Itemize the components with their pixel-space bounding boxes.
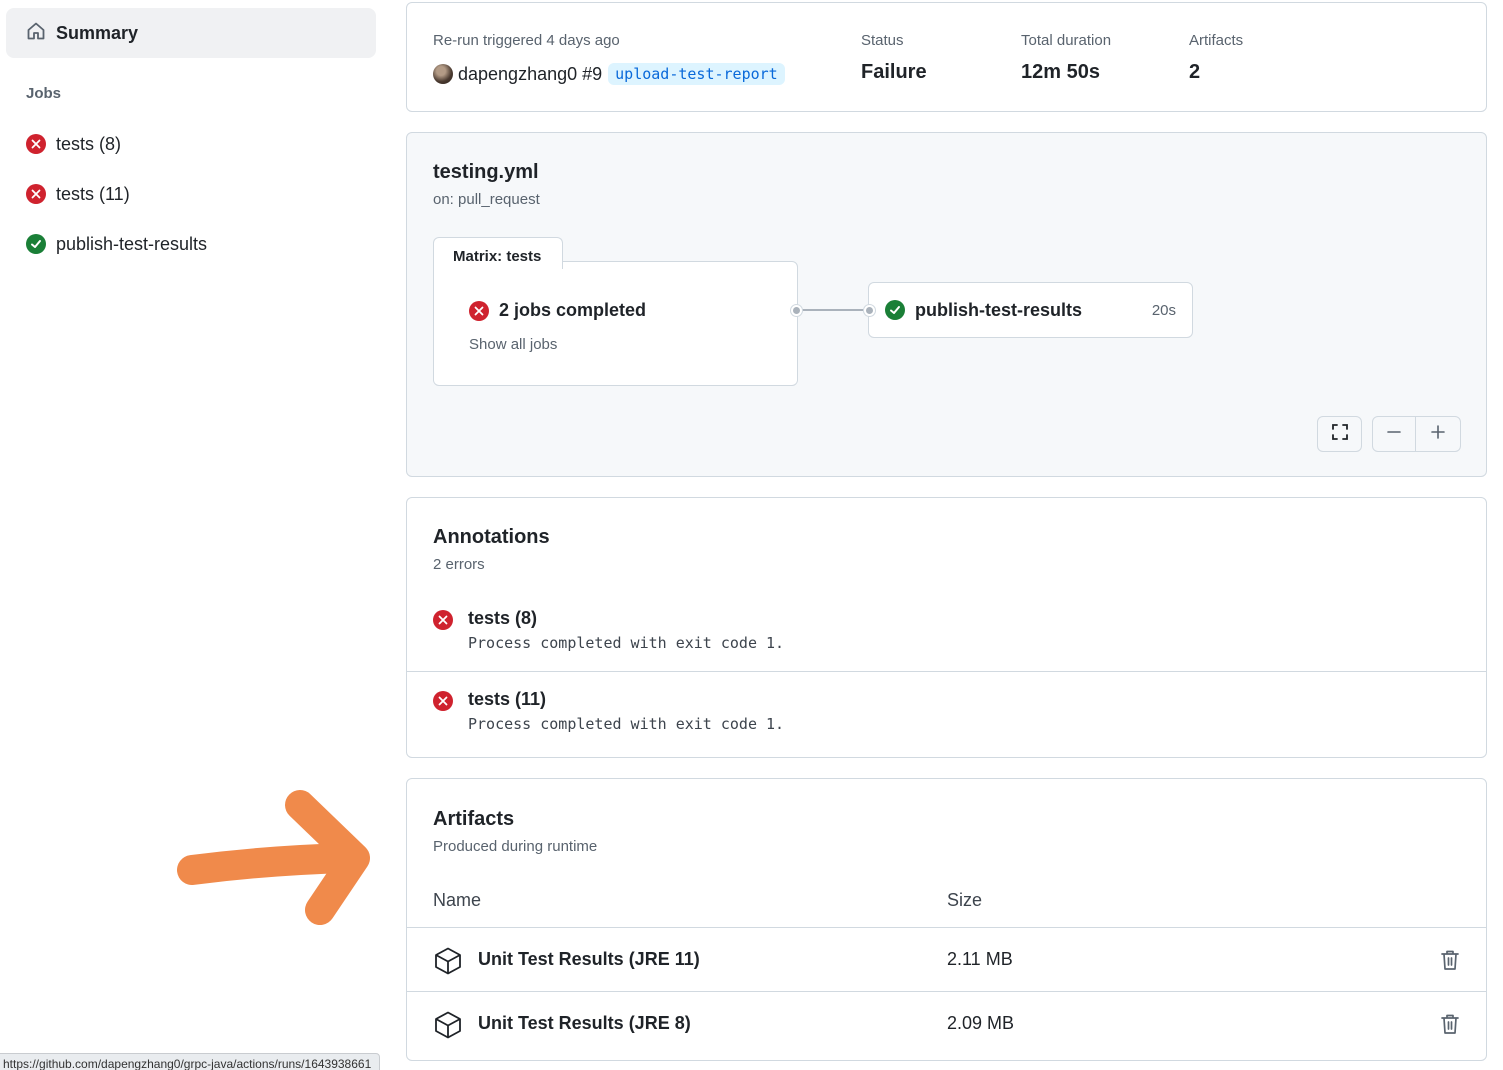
job-node-publish-test-results[interactable]: publish-test-results 20s [868,282,1193,338]
artifact-size: 2.09 MB [947,1013,1015,1033]
artifacts-count-label: Artifacts [1189,32,1244,49]
duration-value: 12m 50s [1021,61,1100,83]
actor-row: dapengzhang0 #9 upload-test-report [433,61,785,87]
sidebar-item-publish-test-results[interactable]: publish-test-results [26,229,207,259]
table-row: Unit Test Results (JRE 11) 2.11 MB [407,928,1486,992]
connector-dot [791,305,802,316]
trash-icon[interactable] [1440,949,1460,976]
artifacts-card: Artifacts Produced during runtime Name S… [406,778,1487,1061]
sidebar-item-label: tests (11) [56,183,130,204]
annotation-item[interactable]: tests (11) Process completed with exit c… [407,689,1486,749]
plus-icon [1430,424,1446,445]
zoom-out-button[interactable] [1372,416,1416,452]
matrix-summary-row: 2 jobs completed [469,300,646,321]
sidebar-item-tests-8[interactable]: tests (8) [26,129,121,159]
show-all-jobs-link[interactable]: Show all jobs [469,336,557,353]
fullscreen-icon [1331,423,1349,446]
package-icon [433,946,463,981]
workflow-trigger: on: pull_request [433,191,540,208]
actor-name[interactable]: dapengzhang0 [458,64,577,85]
annotation-message: Process completed with exit code 1. [468,634,785,652]
trash-icon[interactable] [1440,1013,1460,1040]
artifacts-count-value[interactable]: 2 [1189,61,1200,84]
column-header-size: Size [947,890,983,910]
sidebar-item-label: tests (8) [56,133,122,154]
graph-connector [796,309,869,311]
annotation-title[interactable]: tests (8) [468,608,537,629]
matrix-job-group[interactable]: 2 jobs completed Show all jobs [433,261,798,386]
x-circle-icon [26,134,46,154]
avatar[interactable] [433,64,453,84]
job-node-duration: 20s [1151,301,1176,319]
annotation-item[interactable]: tests (8) Process completed with exit co… [407,608,1486,668]
artifact-name-link[interactable]: Unit Test Results (JRE 8) [478,1013,691,1034]
column-header-name: Name [433,890,482,910]
artifact-size: 2.11 MB [947,949,1013,969]
sidebar-item-summary[interactable]: Summary [6,8,376,58]
status-label: Status [861,32,904,49]
zoom-in-button[interactable] [1415,416,1461,452]
run-summary-card: Re-run triggered 4 days ago dapengzhang0… [406,2,1487,112]
artifacts-subtitle: Produced during runtime [433,838,598,855]
trigger-label: Re-run triggered 4 days ago [433,32,620,49]
table-row: Unit Test Results (JRE 8) 2.09 MB [407,992,1486,1056]
x-circle-icon [433,610,453,630]
minus-icon [1386,424,1402,445]
x-circle-icon [433,691,453,711]
job-node-label: publish-test-results [915,299,1083,320]
sidebar-item-label: Summary [56,22,139,43]
annotations-title: Annotations [433,526,550,548]
browser-status-url: https://github.com/dapengzhang0/grpc-jav… [0,1053,381,1070]
arrow-annotation-icon [177,790,370,925]
annotations-subtitle: 2 errors [433,556,485,573]
sidebar-item-label: publish-test-results [56,233,208,254]
jobs-heading: Jobs [26,85,62,102]
artifact-name-link[interactable]: Unit Test Results (JRE 11) [478,949,700,970]
annotation-message: Process completed with exit code 1. [468,715,785,733]
check-circle-icon [885,300,905,320]
workflow-graph-card: testing.yml on: pull_request Matrix: tes… [406,132,1487,477]
annotation-title[interactable]: tests (11) [468,689,546,710]
home-icon [26,21,46,46]
status-value: Failure [861,61,927,83]
sidebar: Summary Jobs tests (8) tests (11) publis… [0,0,390,1070]
matrix-summary: 2 jobs completed [499,300,647,320]
matrix-tab: Matrix: tests [433,237,563,269]
branch-badge[interactable]: upload-test-report [608,63,785,85]
run-number: #9 [582,63,603,84]
check-circle-icon [26,234,46,254]
x-circle-icon [26,184,46,204]
fullscreen-button[interactable] [1317,416,1362,452]
connector-dot [864,305,875,316]
sidebar-item-tests-11[interactable]: tests (11) [26,179,130,209]
package-icon [433,1010,463,1045]
x-circle-icon [469,300,489,321]
divider [407,671,1486,672]
workflow-file-title[interactable]: testing.yml [433,161,539,184]
duration-label: Total duration [1021,32,1112,49]
artifacts-title: Artifacts [433,808,515,830]
annotations-card: Annotations 2 errors tests (8) Process c… [406,497,1487,758]
